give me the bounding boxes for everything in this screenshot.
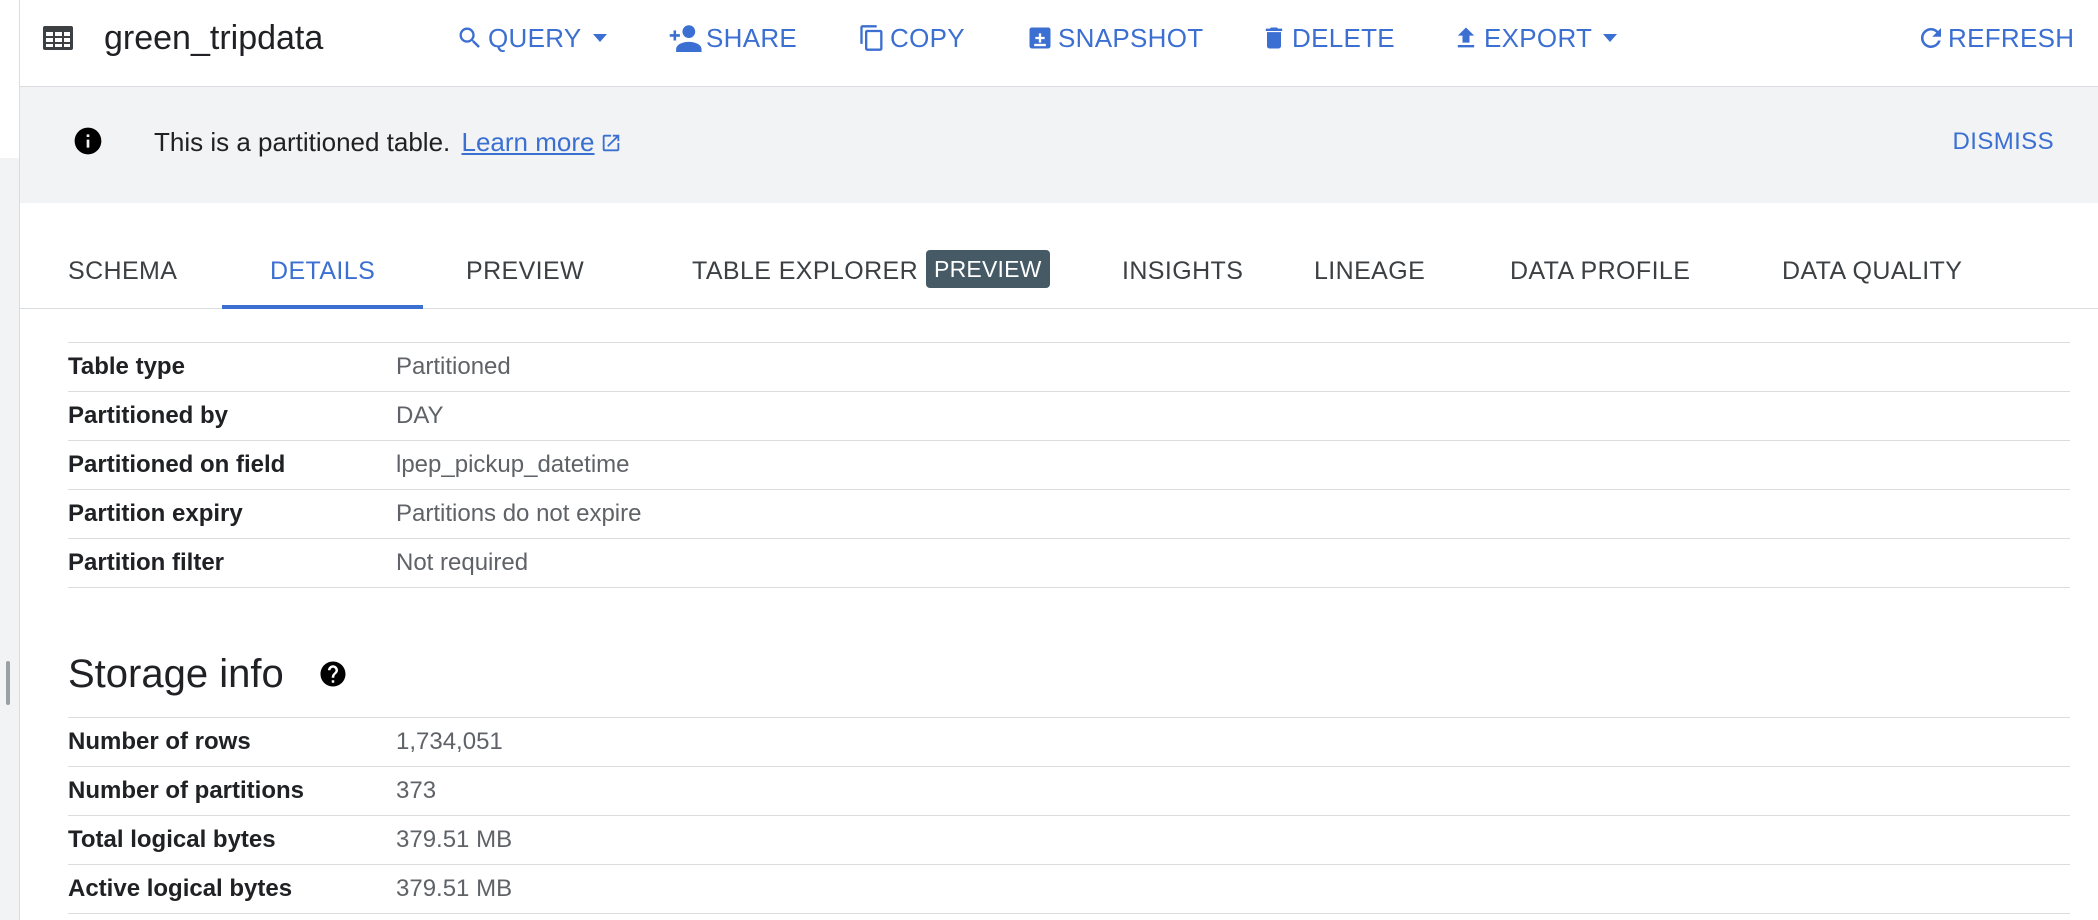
- info-icon: [74, 127, 102, 155]
- table-row: Partitioned by DAY: [68, 391, 2070, 440]
- table-row: Partition filter Not required: [68, 538, 2070, 588]
- row-key: Partition expiry: [68, 500, 243, 527]
- row-value: 1,734,051: [396, 728, 503, 755]
- query-button[interactable]: QUERY: [456, 18, 608, 58]
- snapshot-button[interactable]: SNAPSHOT: [1026, 18, 1203, 58]
- row-key: Active logical bytes: [68, 875, 293, 902]
- table-icon: [43, 26, 73, 50]
- export-label: EXPORT: [1484, 22, 1593, 53]
- tab-table-explorer-label: TABLE EXPLORER: [692, 257, 919, 285]
- row-value: Partitions do not expire: [396, 500, 642, 527]
- row-key: Number of partitions: [68, 777, 305, 804]
- table-row: Number of rows 1,734,051: [68, 717, 2070, 766]
- toolbar: green_tripdata QUERY SHARE COPY SNAPSHOT…: [20, 0, 2098, 87]
- banner-text: This is a partitioned table.: [154, 127, 451, 157]
- tab-details[interactable]: DETAILS: [222, 240, 424, 309]
- row-value: 379.51 MB: [396, 826, 513, 853]
- table-row: Partition expiry Partitions do not expir…: [68, 489, 2070, 538]
- table-row: Partitioned on field lpep_pickup_datetim…: [68, 440, 2070, 489]
- table-row: Table type Partitioned: [68, 342, 2070, 391]
- banner-message: This is a partitioned table. Learn more: [154, 125, 622, 159]
- refresh-icon: [1920, 27, 1941, 48]
- row-value: 379.51 MB: [396, 875, 513, 902]
- chevron-down-icon: [592, 34, 607, 42]
- snapshot-icon: [1029, 27, 1051, 49]
- table-row: Total logical bytes 379.51 MB: [68, 815, 2070, 864]
- refresh-button[interactable]: REFRESH: [1916, 18, 2074, 58]
- storage-info-table: Number of rows 1,734,051 Number of parti…: [68, 717, 2070, 914]
- row-value: 373: [396, 777, 437, 804]
- preview-badge: PREVIEW: [926, 250, 1050, 288]
- tab-lineage[interactable]: LINEAGE: [1266, 240, 1473, 308]
- snapshot-label: SNAPSHOT: [1058, 22, 1204, 53]
- tab-schema[interactable]: SCHEMA: [20, 240, 225, 308]
- table-row: Active logical bytes 379.51 MB: [68, 864, 2070, 914]
- row-value: Not required: [396, 549, 529, 576]
- storage-info-heading: Storage info: [68, 652, 284, 696]
- row-key: Number of rows: [68, 728, 251, 755]
- tab-bar: SCHEMA DETAILS PREVIEW TABLE EXPLORER PRE…: [20, 240, 2098, 309]
- table-title: green_tripdata: [104, 19, 324, 57]
- table-row: Number of partitions 373: [68, 766, 2070, 815]
- tab-table-explorer[interactable]: TABLE EXPLORER PREVIEW: [644, 240, 1098, 308]
- refresh-label: REFRESH: [1948, 22, 2075, 53]
- row-key: Table type: [68, 353, 185, 380]
- share-button[interactable]: SHARE: [668, 18, 797, 58]
- help-icon[interactable]: [318, 659, 348, 689]
- copy-button[interactable]: COPY: [858, 18, 965, 58]
- tab-insights[interactable]: INSIGHTS: [1074, 240, 1291, 308]
- row-key: Partitioned on field: [68, 451, 286, 478]
- delete-button[interactable]: DELETE: [1260, 18, 1395, 58]
- query-label: QUERY: [488, 22, 582, 53]
- partition-info-banner: This is a partitioned table. Learn more …: [20, 87, 2098, 203]
- search-icon: [459, 27, 480, 48]
- chevron-down-icon: [1603, 34, 1618, 42]
- delete-icon: [1265, 27, 1283, 49]
- row-key: Partition filter: [68, 549, 225, 576]
- copy-icon: [860, 25, 883, 51]
- row-value: lpep_pickup_datetime: [396, 451, 630, 478]
- export-icon: [1457, 27, 1475, 48]
- left-rail-panel: [0, 158, 19, 920]
- tab-data-profile[interactable]: DATA PROFILE: [1462, 240, 1738, 308]
- external-link-icon: [603, 134, 620, 152]
- delete-label: DELETE: [1292, 22, 1395, 53]
- partition-details-table: Table type Partitioned Partitioned by DA…: [68, 342, 2070, 588]
- panel-resize-handle[interactable]: [6, 661, 10, 705]
- dismiss-button[interactable]: DISMISS: [1953, 125, 2054, 159]
- row-value: DAY: [396, 402, 444, 429]
- share-label: SHARE: [706, 22, 798, 53]
- learn-more-link[interactable]: Learn more: [462, 127, 623, 157]
- row-key: Partitioned by: [68, 402, 229, 429]
- export-button[interactable]: EXPORT: [1452, 18, 1618, 58]
- row-value: Partitioned: [396, 353, 511, 380]
- copy-label: COPY: [890, 22, 965, 53]
- person-add-icon: [669, 25, 702, 52]
- tab-preview[interactable]: PREVIEW: [418, 240, 632, 308]
- tab-data-quality[interactable]: DATA QUALITY: [1734, 240, 2010, 308]
- learn-more-label: Learn more: [461, 127, 595, 157]
- row-key: Total logical bytes: [68, 826, 276, 853]
